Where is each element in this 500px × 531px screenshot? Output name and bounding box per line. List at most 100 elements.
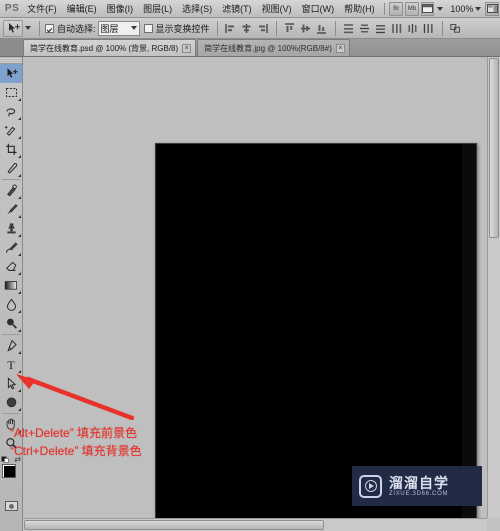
align-bottom-edges-icon[interactable]: [315, 21, 329, 36]
close-icon[interactable]: ×: [182, 43, 192, 53]
watermark-brand: 溜溜自学: [389, 474, 449, 491]
submenu-corner-icon: [18, 351, 21, 354]
brush-tool[interactable]: [0, 200, 22, 219]
quick-selection-tool[interactable]: [0, 121, 22, 140]
menu-view[interactable]: 视图(V): [257, 0, 297, 17]
align-group-vertical: [282, 21, 330, 36]
blur-tool[interactable]: [0, 295, 22, 314]
menu-image[interactable]: 图像(I): [102, 0, 139, 17]
lasso-tool[interactable]: [0, 102, 22, 121]
default-colors-icon-white[interactable]: [4, 458, 9, 463]
pen-tool[interactable]: [0, 336, 22, 355]
menu-window[interactable]: 窗口(W): [297, 0, 340, 17]
submenu-corner-icon: [18, 174, 21, 177]
color-swatches[interactable]: ⇄: [0, 455, 23, 496]
horizontal-scrollbar[interactable]: [23, 518, 487, 531]
rectangular-marquee-tool[interactable]: [0, 83, 22, 102]
menu-layer[interactable]: 图层(L): [138, 0, 177, 17]
foreground-color-swatch[interactable]: [2, 464, 16, 478]
annotation-line-1: “Alt+Delete” 填充前景色: [10, 426, 138, 440]
screen-mode-caret[interactable]: [475, 6, 482, 11]
align-right-edges-icon[interactable]: [256, 21, 270, 36]
arrange-documents-icon[interactable]: [420, 1, 435, 16]
distribute-right-edges-icon[interactable]: [422, 21, 436, 36]
align-horizontal-centers-icon[interactable]: [240, 21, 254, 36]
history-brush-tool[interactable]: [0, 238, 22, 257]
vertical-scrollbar-thumb[interactable]: [489, 58, 499, 238]
menu-bar: PS 文件(F) 编辑(E) 图像(I) 图层(L) 选择(S) 滤镜(T) 视…: [0, 0, 500, 18]
dodge-tool[interactable]: [0, 314, 22, 333]
move-tool[interactable]: [0, 64, 22, 83]
auto-select-checkbox[interactable]: [45, 23, 54, 33]
distribute-top-edges-icon[interactable]: [342, 21, 356, 36]
mini-bridge-button[interactable]: Mb: [405, 1, 419, 16]
distribute-group: [341, 21, 437, 36]
path-selection-tool[interactable]: [0, 374, 22, 393]
distribute-bottom-edges-icon[interactable]: [374, 21, 388, 36]
watermark-url: ZIXUE.3D66.COM: [389, 490, 449, 497]
show-transform-label: 显示变换控件: [155, 23, 210, 34]
align-group-horizontal: [223, 21, 271, 36]
clone-stamp-tool[interactable]: [0, 219, 22, 238]
chevron-down-icon: [130, 26, 137, 30]
show-transform-checkbox[interactable]: [143, 23, 153, 33]
submenu-corner-icon: [18, 234, 21, 237]
document-tab-jpg-label: 简学在线教育.jpg @ 100%(RGB/8#): [204, 43, 332, 53]
menu-file[interactable]: 文件(F): [22, 0, 62, 17]
submenu-corner-icon: [18, 253, 21, 256]
submenu-corner-icon: [18, 196, 21, 199]
distribute-left-edges-icon[interactable]: [390, 21, 404, 36]
submenu-corner-icon: [18, 272, 21, 275]
spot-healing-brush-tool[interactable]: [0, 181, 22, 200]
document-tab-psd[interactable]: 简学在线教育.psd @ 100% (背景, RGB/8) ×: [23, 39, 197, 56]
submenu-corner-icon: [18, 389, 21, 392]
document-tab-bar: 简学在线教育.psd @ 100% (背景, RGB/8) × 简学在线教育.j…: [0, 38, 500, 57]
auto-align-layers-icon[interactable]: [449, 21, 463, 36]
workspace-switcher-icon[interactable]: [485, 1, 499, 16]
quick-mask-toggle[interactable]: [0, 498, 23, 514]
type-tool-icon: T: [7, 357, 15, 372]
tools-divider-2: [2, 334, 20, 335]
menu-select[interactable]: 选择(S): [177, 0, 217, 17]
align-left-edges-icon[interactable]: [224, 21, 238, 36]
bridge-button[interactable]: Br: [389, 1, 404, 16]
document-tab-jpg[interactable]: 简学在线教育.jpg @ 100%(RGB/8#) ×: [197, 39, 350, 56]
play-triangle-icon: [368, 483, 374, 489]
ellipse-shape-tool[interactable]: [0, 393, 22, 412]
auto-select-dropdown[interactable]: 图层: [97, 20, 140, 36]
menu-help[interactable]: 帮助(H): [339, 0, 380, 17]
photoshop-window: PS 文件(F) 编辑(E) 图像(I) 图层(L) 选择(S) 滤镜(T) 视…: [0, 0, 500, 531]
submenu-corner-icon: [18, 329, 21, 332]
options-divider-1: [39, 20, 40, 36]
annotation-line-2: “Ctrl+Delete” 填充背景色: [10, 444, 142, 458]
distribute-vertical-centers-icon[interactable]: [358, 21, 372, 36]
gradient-tool[interactable]: [0, 276, 22, 295]
distribute-horizontal-centers-icon[interactable]: [406, 21, 420, 36]
submenu-corner-icon: [18, 117, 21, 120]
auto-select-value: 图层: [100, 23, 119, 34]
move-tool-icon[interactable]: [3, 19, 23, 37]
menu-edit[interactable]: 编辑(E): [62, 0, 102, 17]
arrange-dropdown-caret[interactable]: [437, 6, 444, 11]
submenu-corner-icon: [18, 98, 21, 101]
align-top-edges-icon[interactable]: [283, 21, 297, 36]
horizontal-type-tool[interactable]: T: [0, 355, 22, 374]
eyedropper-tool[interactable]: [0, 159, 22, 178]
vertical-scrollbar[interactable]: [487, 57, 500, 518]
tools-divider-3: [2, 413, 20, 414]
crop-tool[interactable]: [0, 140, 22, 159]
annotation-text: “Alt+Delete” 填充前景色 “Ctrl+Delete” 填充背景色: [10, 424, 142, 460]
close-icon[interactable]: ×: [335, 43, 345, 53]
auto-select-label: 自动选择:: [57, 23, 96, 34]
photoshop-logo: PS: [4, 3, 20, 14]
watermark-text: 溜溜自学 ZIXUE.3D66.COM: [389, 476, 449, 497]
tools-panel-grip[interactable]: [0, 57, 22, 64]
tool-preset-caret[interactable]: [25, 26, 31, 30]
submenu-corner-icon: [18, 310, 21, 313]
menu-filter[interactable]: 滤镜(T): [217, 0, 257, 17]
horizontal-scrollbar-thumb[interactable]: [24, 520, 324, 530]
align-vertical-centers-icon[interactable]: [299, 21, 313, 36]
eraser-tool[interactable]: [0, 257, 22, 276]
tab-gutter: [0, 38, 23, 56]
options-divider-3: [275, 20, 277, 36]
